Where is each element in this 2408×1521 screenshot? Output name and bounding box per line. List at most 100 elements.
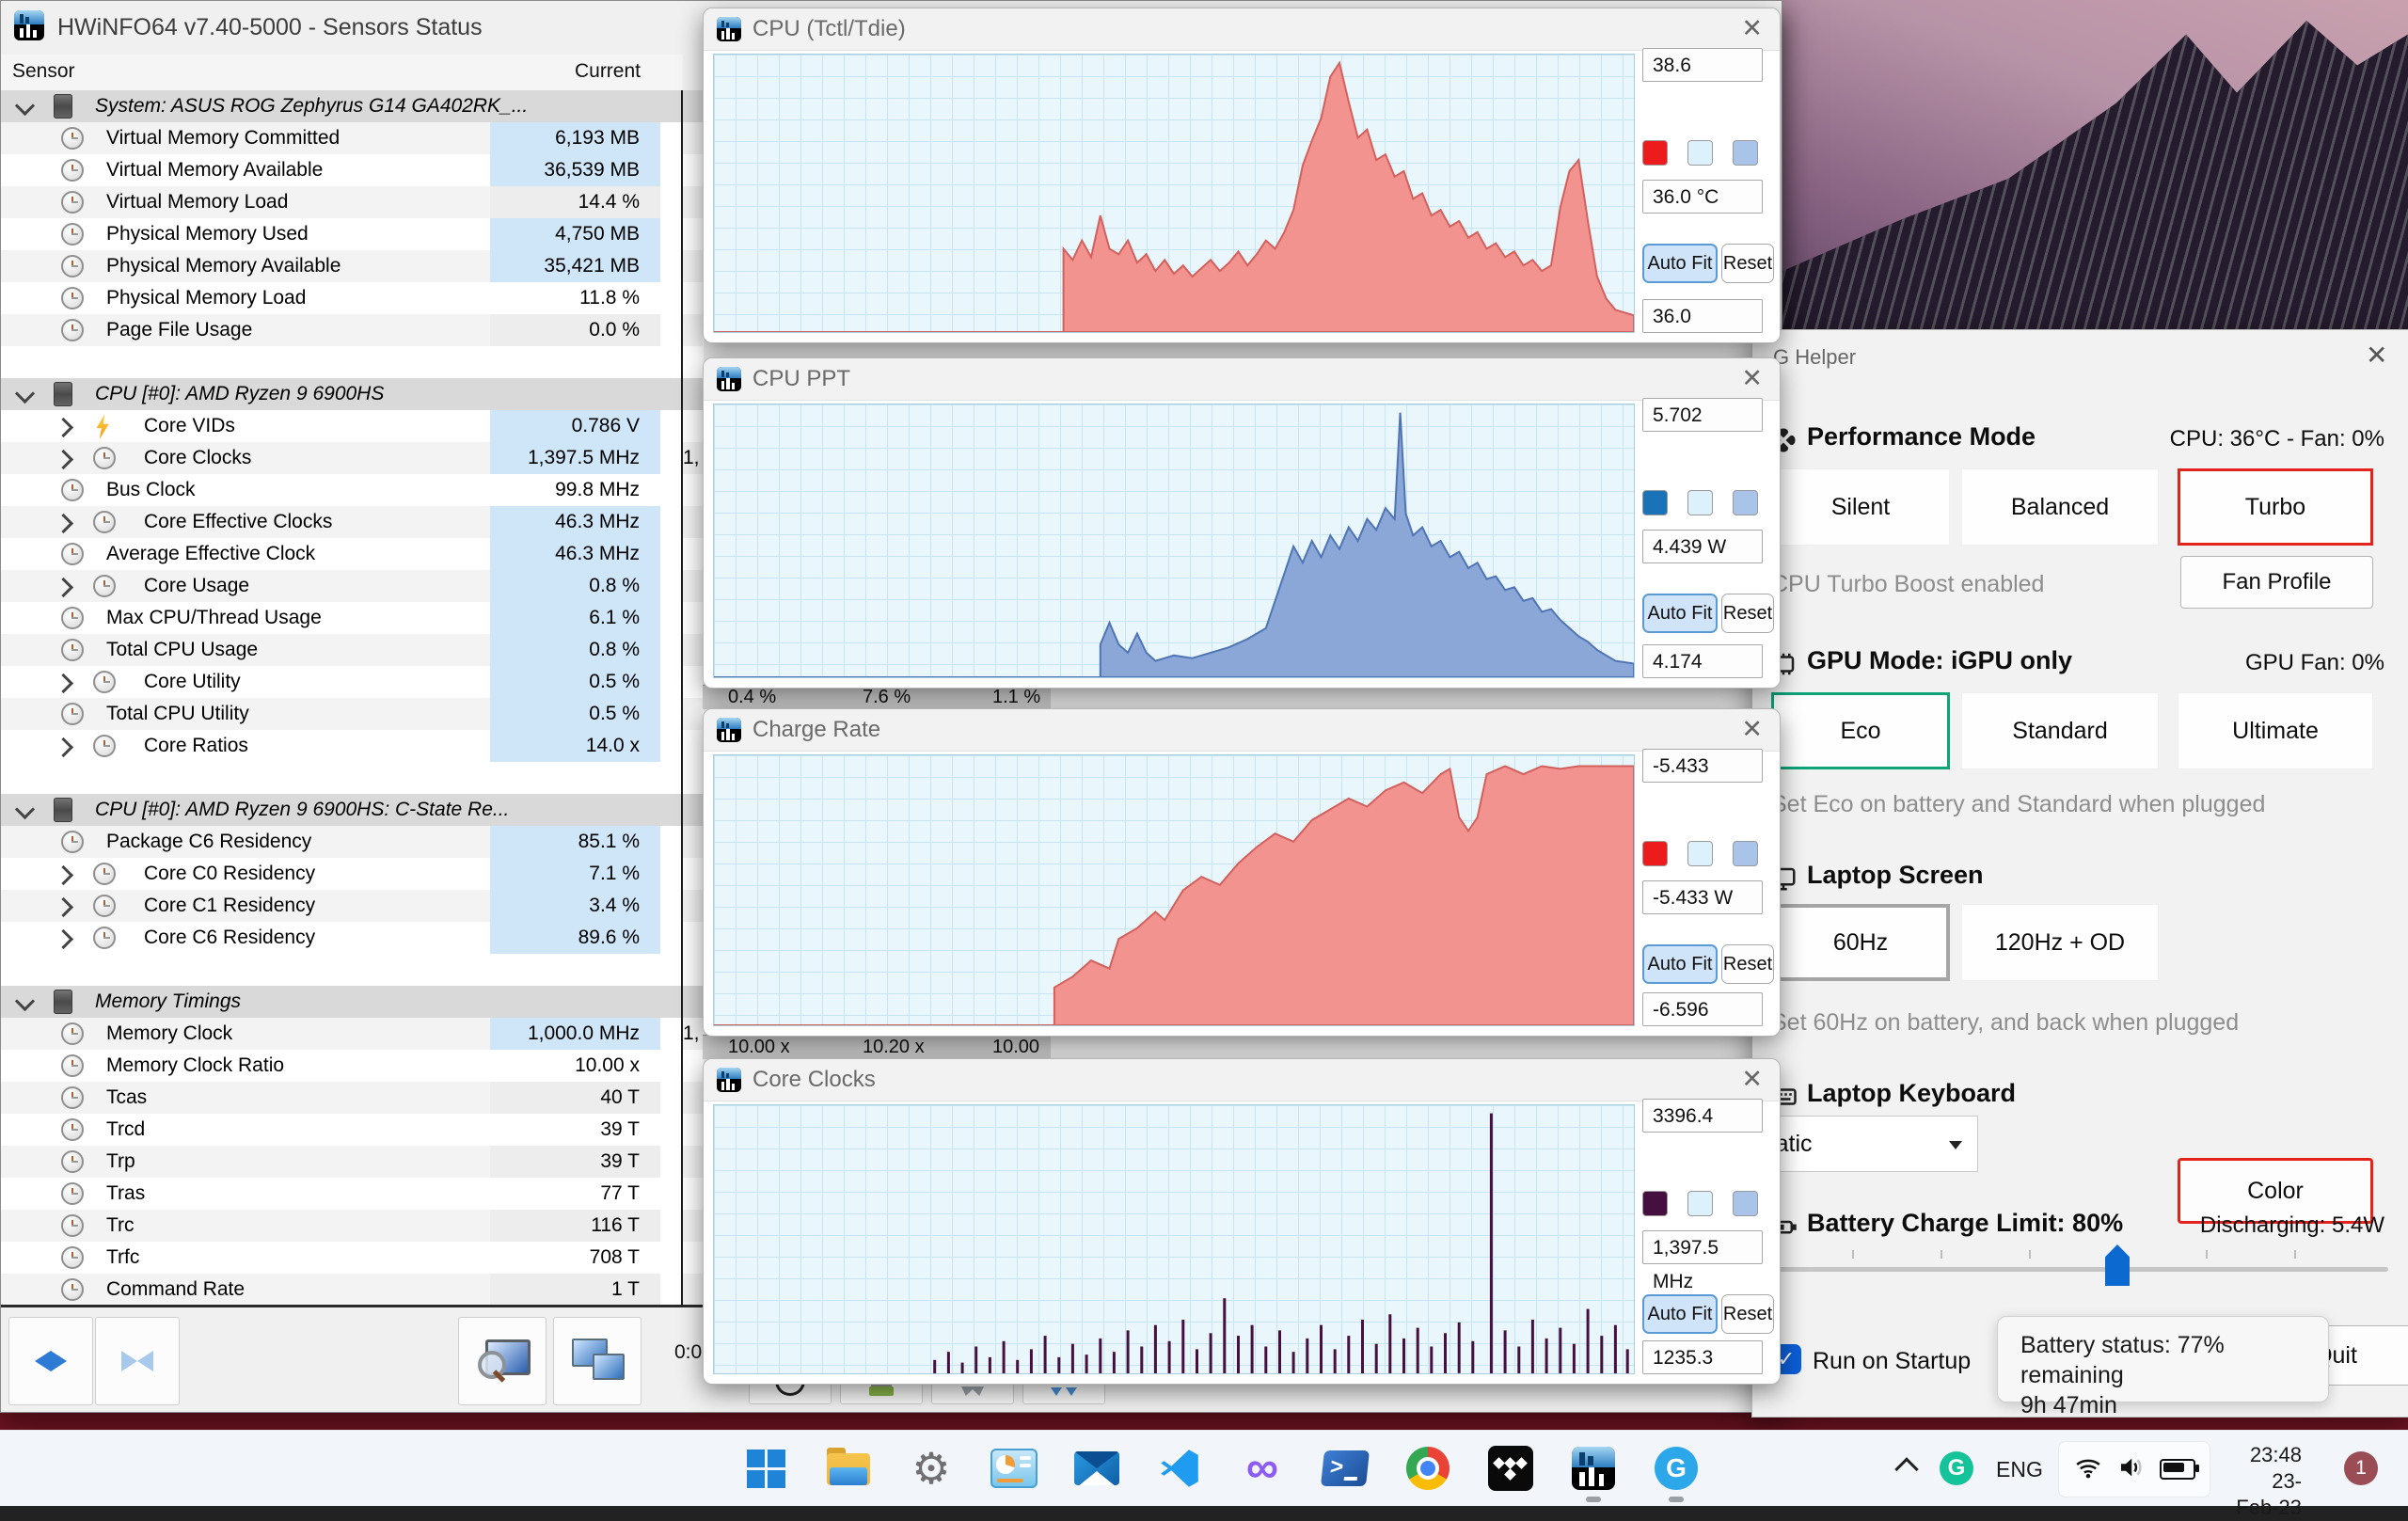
close-icon[interactable]: ✕ (1741, 1065, 1763, 1094)
sensor-row[interactable]: Bus Clock 99.8 MHz (1, 474, 704, 506)
sensor-row[interactable]: Core Ratios 14.0 x (1, 730, 704, 762)
graph-titlebar[interactable]: Charge Rate ✕ (704, 709, 1780, 752)
chevron-right-icon[interactable] (53, 417, 74, 438)
sensor-row[interactable]: Total CPU Utility 0.5 % (1, 698, 704, 730)
sensor-row[interactable]: Package C6 Residency 85.1 % (1, 826, 704, 858)
sensor-row[interactable]: Core Usage 0.8 % (1, 570, 704, 602)
series-color-swatch[interactable] (1642, 490, 1668, 515)
close-icon[interactable]: ✕ (1741, 715, 1763, 744)
sensor-row[interactable]: Trfc 708 T (1, 1242, 704, 1274)
gpu-eco-button[interactable]: Eco (1771, 692, 1950, 769)
tray-chevron-icon[interactable] (1894, 1457, 1919, 1481)
taskbar-button-tidal[interactable] (1481, 1438, 1541, 1498)
sensor-row[interactable]: Trp 39 T (1, 1146, 704, 1178)
auto-fit-button[interactable]: Auto Fit (1642, 244, 1718, 283)
grid-color-swatch[interactable] (1733, 490, 1758, 515)
gpu-standard-button[interactable]: Standard (1961, 692, 2159, 769)
taskbar-button-explorer[interactable] (818, 1438, 879, 1498)
battery-limit-slider[interactable] (1764, 1267, 2388, 1272)
taskbar-button-visual-studio[interactable]: ∞ (1232, 1438, 1292, 1498)
series-color-swatch[interactable] (1642, 841, 1668, 866)
close-icon[interactable]: ✕ (2366, 340, 2387, 371)
grammarly-tray-icon[interactable]: G (1940, 1451, 1973, 1485)
chevron-right-icon[interactable] (53, 737, 74, 758)
series-color-swatch[interactable] (1642, 1191, 1668, 1216)
graph-titlebar[interactable]: Core Clocks ✕ (704, 1059, 1780, 1101)
taskbar-button-control-panel[interactable] (984, 1438, 1044, 1498)
taskbar-button-vscode[interactable] (1149, 1438, 1210, 1498)
chevron-down-icon[interactable] (14, 799, 36, 820)
auto-fit-button[interactable]: Auto Fit (1642, 1294, 1718, 1334)
refresh-120hz-button[interactable]: 120Hz + OD (1961, 904, 2159, 981)
chevron-right-icon[interactable] (53, 673, 74, 694)
sensor-row[interactable]: Core C0 Residency 7.1 % (1, 858, 704, 890)
sensor-row[interactable]: Physical Memory Available 35,421 MB (1, 250, 704, 282)
sensor-row[interactable]: Trcd 39 T (1, 1114, 704, 1146)
sensor-group-row[interactable]: CPU [#0]: AMD Ryzen 9 6900HS (1, 378, 704, 410)
background-color-swatch[interactable] (1687, 1191, 1713, 1216)
taskbar-button-mail[interactable] (1067, 1438, 1127, 1498)
sensor-row[interactable]: Tras 77 T (1, 1178, 704, 1210)
close-icon[interactable]: ✕ (1741, 14, 1763, 43)
sensor-row[interactable]: Virtual Memory Load 14.4 % (1, 186, 704, 218)
graph-titlebar[interactable]: CPU (Tctl/Tdie) ✕ (704, 8, 1780, 51)
sensor-row[interactable]: Physical Memory Used 4,750 MB (1, 218, 704, 250)
perf-turbo-button[interactable]: Turbo (2178, 468, 2373, 546)
close-icon[interactable]: ✕ (1741, 364, 1763, 393)
taskbar-button-ghelper[interactable]: G (1646, 1438, 1706, 1498)
reset-button[interactable]: Reset (1721, 944, 1774, 984)
sensor-row[interactable]: Core C6 Residency 89.6 % (1, 922, 704, 954)
sensor-row[interactable]: Total CPU Usage 0.8 % (1, 634, 704, 666)
sensor-group-row[interactable]: CPU [#0]: AMD Ryzen 9 6900HS: C-State Re… (1, 794, 704, 826)
column-current[interactable]: Current (490, 60, 641, 83)
chevron-down-icon[interactable] (14, 95, 36, 117)
keyboard-mode-dropdown[interactable]: Static (1752, 1116, 1978, 1172)
chevron-right-icon[interactable] (53, 928, 74, 950)
sensor-row[interactable]: Core Clocks 1,397.5 MHz 1, (1, 442, 704, 474)
sensor-row[interactable]: Trc 116 T (1, 1210, 704, 1242)
sensor-row[interactable]: Tcas 40 T (1, 1082, 704, 1114)
grid-color-swatch[interactable] (1733, 140, 1758, 166)
refresh-60hz-button[interactable]: 60Hz (1771, 904, 1950, 981)
grid-color-swatch[interactable] (1733, 1191, 1758, 1216)
taskbar-button-start[interactable] (736, 1438, 796, 1498)
taskbar-button-powershell[interactable]: > (1315, 1438, 1375, 1498)
tray-clock[interactable]: 23:48 23-Feb-23 (2231, 1442, 2302, 1521)
sensor-table-header[interactable]: Sensor Current (1, 55, 683, 91)
sensor-row[interactable]: Memory Clock 1,000.0 MHz 1, (1, 1018, 704, 1050)
sensor-row[interactable]: Page File Usage 0.0 % (1, 314, 704, 346)
sensor-table[interactable]: System: ASUS ROG Zephyrus G14 GA402RK_..… (1, 90, 704, 1306)
column-sensor[interactable]: Sensor (12, 60, 75, 83)
background-color-swatch[interactable] (1687, 490, 1713, 515)
fan-profile-button[interactable]: Fan Profile (2180, 556, 2373, 609)
taskbar-button-chrome[interactable] (1398, 1438, 1458, 1498)
remote-monitoring-button[interactable] (553, 1317, 642, 1405)
sensor-row[interactable]: Max CPU/Thread Usage 6.1 % (1, 602, 704, 634)
sensor-row[interactable]: Core Effective Clocks 46.3 MHz (1, 506, 704, 538)
perf-silent-button[interactable]: Silent (1771, 468, 1950, 546)
taskbar-button-settings[interactable]: ⚙ (901, 1438, 961, 1498)
notification-badge[interactable]: 1 (2344, 1451, 2378, 1485)
grid-color-swatch[interactable] (1733, 841, 1758, 866)
sensor-group-row[interactable]: System: ASUS ROG Zephyrus G14 GA402RK_..… (1, 90, 704, 122)
chevron-right-icon[interactable] (53, 896, 74, 918)
perf-balanced-button[interactable]: Balanced (1961, 468, 2159, 546)
gpu-ultimate-button[interactable]: Ultimate (2178, 692, 2373, 769)
sensor-row[interactable]: Memory Clock Ratio 10.00 x (1, 1050, 704, 1082)
expand-columns-button[interactable] (8, 1317, 93, 1405)
auto-fit-button[interactable]: Auto Fit (1642, 944, 1718, 984)
chevron-down-icon[interactable] (14, 383, 36, 404)
tray-status-card[interactable] (2058, 1441, 2210, 1497)
chevron-right-icon[interactable] (53, 513, 74, 534)
sensor-row[interactable]: Virtual Memory Available 36,539 MB (1, 154, 704, 186)
sensor-row[interactable]: Core Utility 0.5 % (1, 666, 704, 698)
sensor-row[interactable]: Average Effective Clock 46.3 MHz (1, 538, 704, 570)
reset-button[interactable]: Reset (1721, 244, 1774, 283)
sensor-group-row[interactable]: Memory Timings (1, 986, 704, 1018)
reset-button[interactable]: Reset (1721, 1294, 1774, 1334)
background-color-swatch[interactable] (1687, 841, 1713, 866)
chevron-down-icon[interactable] (14, 990, 36, 1012)
auto-fit-button[interactable]: Auto Fit (1642, 594, 1718, 633)
reset-button[interactable]: Reset (1721, 594, 1774, 633)
graph-titlebar[interactable]: CPU PPT ✕ (704, 358, 1780, 401)
